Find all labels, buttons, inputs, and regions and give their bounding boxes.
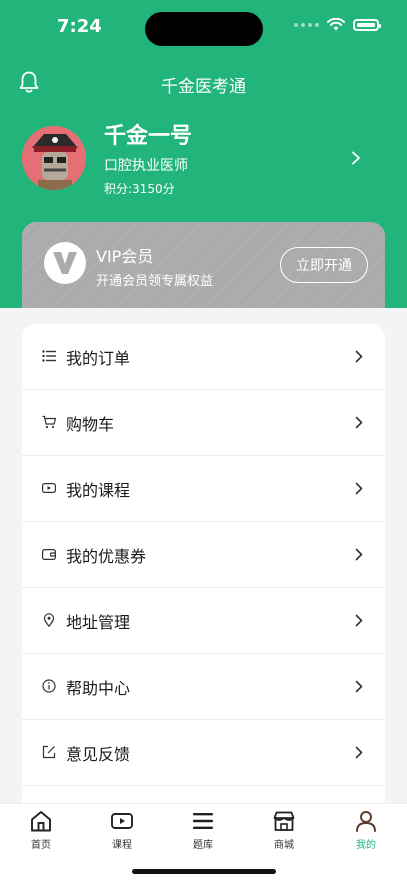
vip-logo-icon [44,242,86,284]
tab-home[interactable]: 首页 [11,810,71,851]
profile-points: 积分:3150分 [104,182,175,196]
video-icon [111,813,133,829]
tab-question-bank[interactable]: 题库 [173,810,233,851]
tab-label: 题库 [193,840,213,851]
menu-item-courses[interactable]: 我的课程 [22,456,385,522]
chevron-right-icon [355,746,363,759]
edit-icon [42,745,56,759]
info-icon [42,679,56,693]
avatar[interactable] [22,126,86,190]
menu-item-label: 我的课程 [66,480,131,500]
tab-label: 首页 [31,840,51,851]
menu-icon [193,813,213,829]
battery-icon [353,18,381,31]
tab-label: 我的 [356,840,376,851]
location-pin-icon [43,613,55,627]
wifi-icon [327,18,345,31]
store-icon [273,811,295,831]
list-icon [42,350,56,362]
dynamic-island [145,12,263,46]
menu-item-orders[interactable]: 我的订单 [22,324,385,390]
status-icons [294,18,381,31]
vip-open-button[interactable]: 立即开通 [280,247,368,283]
menu-item-feedback[interactable]: 意见反馈 [22,720,385,786]
user-icon [356,811,376,832]
vip-title: VIP会员 [96,247,154,266]
menu-item-label: 帮助中心 [66,678,131,698]
vip-subtitle: 开通会员领专属权益 [96,274,214,289]
profile-name: 千金一号 [104,124,193,149]
tab-courses[interactable]: 课程 [92,810,152,851]
profile-title: 口腔执业医师 [104,158,188,174]
video-icon [42,483,56,493]
chevron-right-icon [355,614,363,627]
signal-icon [294,22,319,27]
menu-item-label: 我的优惠券 [66,546,147,566]
menu-list: 我的订单 购物车 我的课程 我的优惠券 地址管理 帮助中心 意见反馈 [22,324,385,814]
home-indicator [132,869,276,874]
menu-item-label: 购物车 [66,414,115,434]
tab-store[interactable]: 商城 [254,810,314,851]
chevron-right-icon [355,482,363,495]
chevron-right-icon [355,680,363,693]
status-time: 7:24 [57,16,102,37]
menu-item-help[interactable]: 帮助中心 [22,654,385,720]
menu-item-label: 我的订单 [66,348,131,368]
tab-label: 课程 [112,840,132,851]
wallet-icon [42,549,56,560]
chevron-right-icon[interactable] [351,150,361,169]
menu-item-address[interactable]: 地址管理 [22,588,385,654]
menu-item-cart[interactable]: 购物车 [22,390,385,456]
chevron-right-icon [355,416,363,429]
page-title: 千金医考通 [161,77,246,97]
chevron-right-icon [355,350,363,363]
chevron-right-icon [355,548,363,561]
vip-card[interactable]: VIP会员 开通会员领专属权益 立即开通 [22,222,385,308]
menu-item-label: 地址管理 [66,612,131,632]
home-icon [31,811,51,832]
menu-item-coupons[interactable]: 我的优惠券 [22,522,385,588]
cart-icon [42,415,56,429]
menu-item-label: 意见反馈 [66,744,131,764]
tab-mine[interactable]: 我的 [336,810,396,851]
tab-label: 商城 [274,840,294,851]
